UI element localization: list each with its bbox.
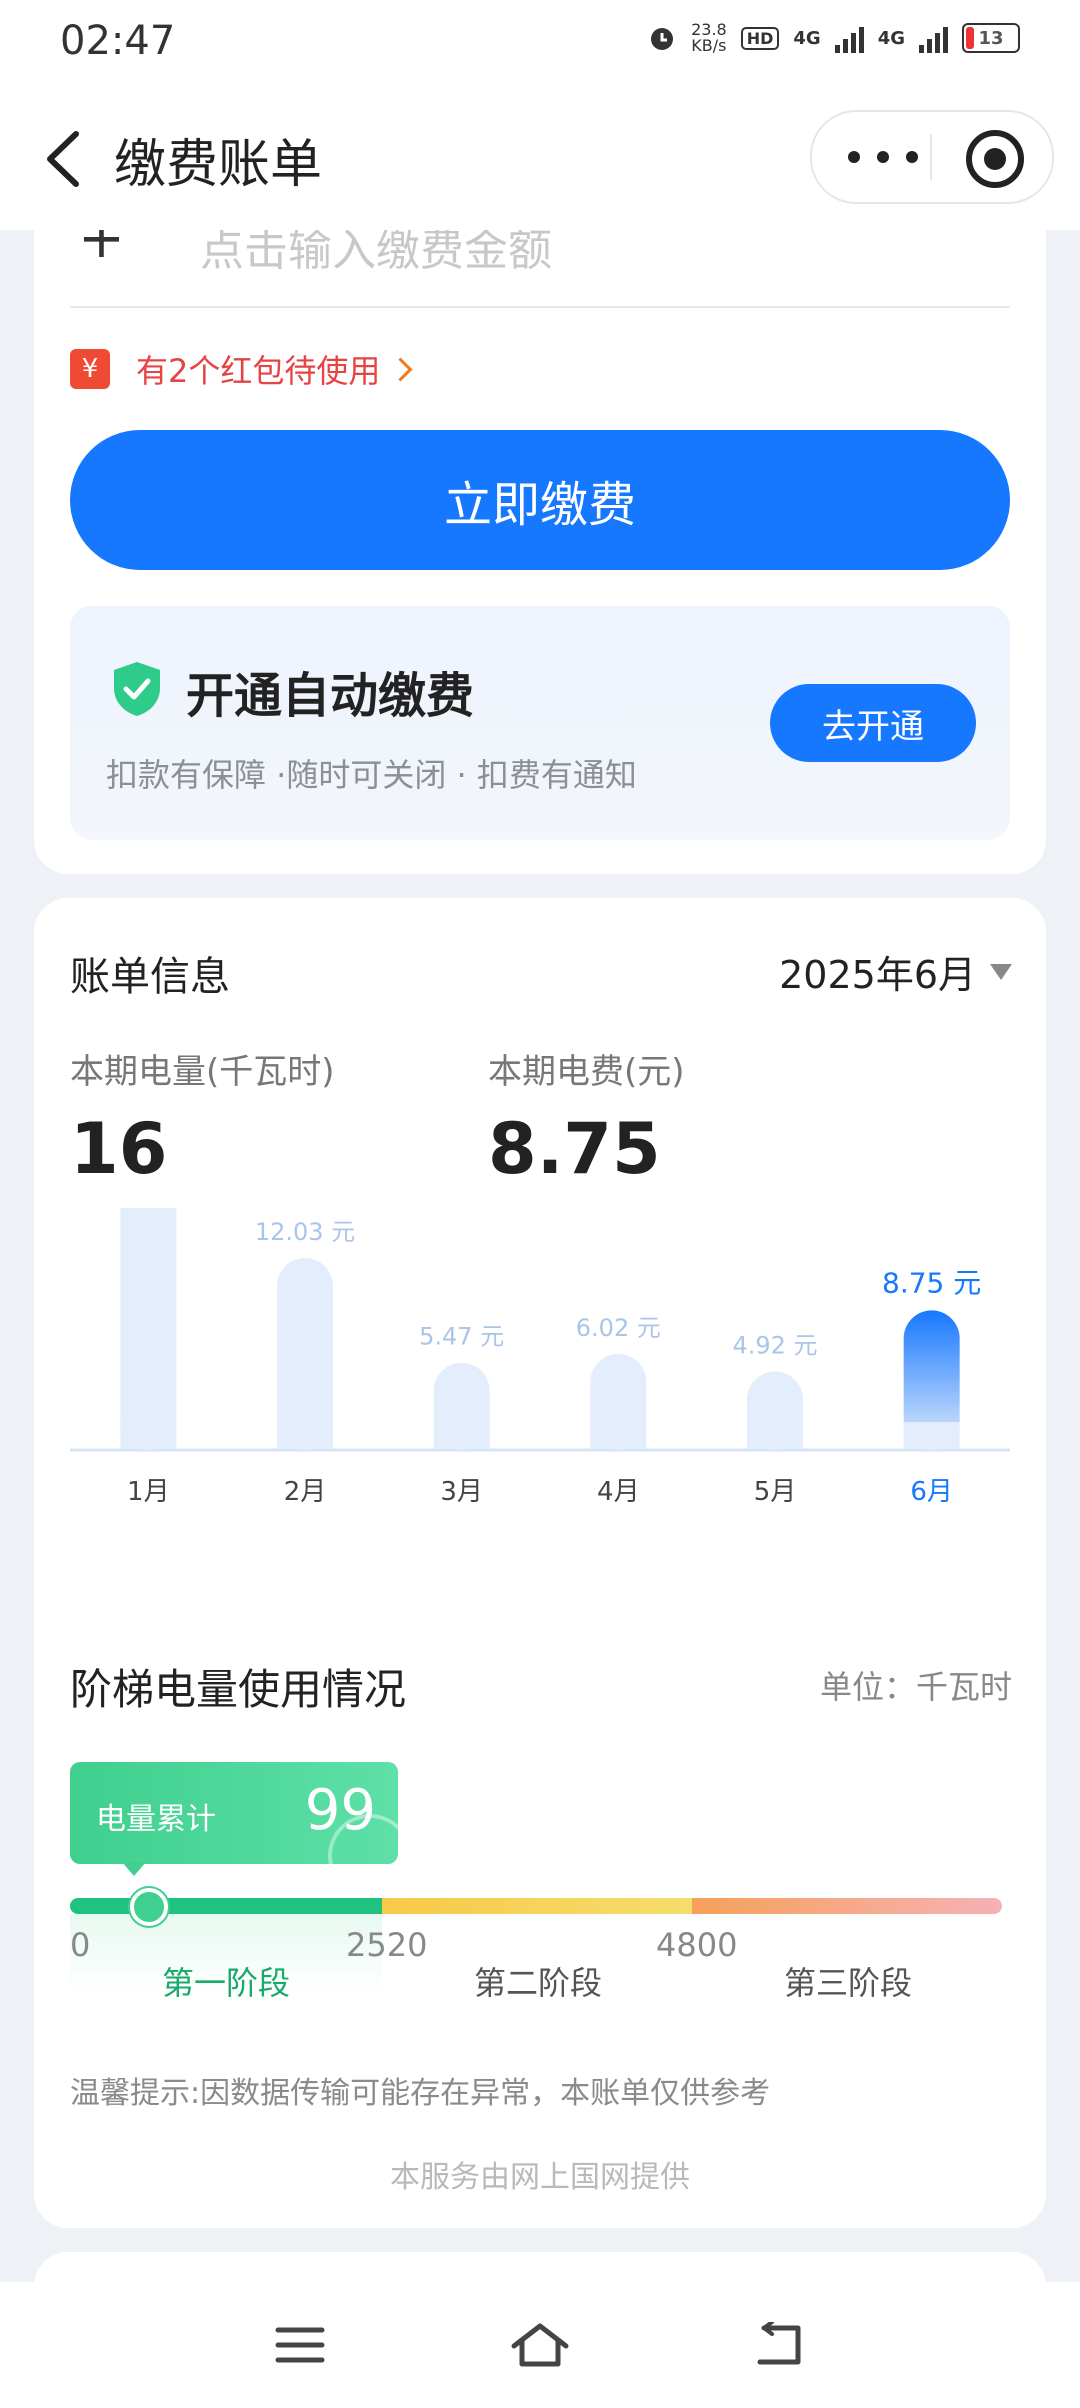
chart-bar-1[interactable] [120,1208,177,1450]
monthly-fee-chart: 16.95 元1月12.03 元2月5.47 元3月6.02 元4月4.92 元… [70,1208,1010,1507]
bill-info-title: 账单信息 [70,954,230,1000]
status-icons: 23.8 KB/s HD 4G 4G 13 [647,22,1020,54]
redpacket-link[interactable]: ¥ 有2个红包待使用 [70,346,413,392]
chart-bar-base-2 [277,1422,333,1449]
stage-three-label: 第三阶段 [783,1964,912,2002]
stage-two-label: 第二阶段 [473,1964,602,2002]
bill-info-card: 账单信息 2025年6月 本期电量(千瓦时) 本期电费(元) 16 8.75 1… [34,898,1046,2228]
hd-icon: HD [740,26,780,50]
autopay-banner: 开通自动缴费 扣款有保障 ·随时可关闭 · 扣费有通知 去开通 [70,606,1010,840]
chart-value-label-6: 8.75 元 [882,1266,981,1299]
chart-value-label-3: 5.47 元 [419,1323,504,1351]
chart-bar-base-1 [120,1422,177,1449]
battery-level: 13 [978,27,1004,49]
shield-check-icon [114,662,160,716]
chart-value-label-4: 6.02 元 [576,1314,661,1342]
stage-one-label: 第一阶段 [161,1964,290,2002]
status-time: 02:47 [60,18,176,64]
chart-category-label-6[interactable]: 6月 [910,1477,953,1507]
tier-segment-2 [382,1898,692,1914]
cumulative-usage-tooltip: 电量累计 99 [70,1762,398,1864]
usage-value: 16 [70,1108,168,1190]
tier-segment-3 [692,1898,1002,1914]
chart-bar-base-4 [590,1422,647,1449]
page-title: 缴费账单 [114,135,323,195]
amount-input-placeholder[interactable]: 点击输入缴费金额 [200,230,552,278]
more-dot-icon [877,151,889,163]
system-nav-bar [0,2282,1080,2408]
return-icon [757,2320,801,2365]
amount-input-row[interactable]: + 点击输入缴费金额 [70,230,1010,308]
pay-now-button[interactable]: 立即缴费 [70,430,1010,570]
back-button[interactable] [36,124,96,194]
provider-text: 本服务由网上国网提供 [390,2160,690,2195]
chart-category-label-1[interactable]: 1月 [127,1477,170,1507]
month-selector[interactable]: 2025年6月 [779,944,1012,999]
chart-category-label-5[interactable]: 5月 [754,1477,797,1507]
signal-4g-label-2: 4G [877,27,905,49]
more-button[interactable] [848,138,918,176]
net-speed-unit: KB/s [691,36,727,55]
signal-icon-1 [834,23,864,53]
fee-value: 8.75 [488,1108,661,1190]
more-dot-icon [848,151,860,163]
cumulative-usage-label: 电量累计 [96,1802,216,1837]
signal-icon-2 [919,23,948,53]
home-button[interactable] [510,2322,570,2368]
menu-button[interactable] [270,2322,330,2368]
back-nav-button[interactable] [750,2320,810,2368]
tier-segment-1 [70,1898,382,1914]
redpacket-icon: ¥ [70,349,110,389]
fee-label: 本期电费(元) [488,1052,685,1092]
tier-progress-bar [70,1898,1002,1914]
notice-text: 温馨提示:因数据传输可能存在异常，本账单仅供参考 [70,2076,771,2111]
usage-label: 本期电量(千瓦时) [70,1052,335,1092]
tier-unit: 单位：千瓦时 [819,1668,1012,1706]
tier-progress-knob [130,1888,168,1926]
battery-fill [966,27,974,49]
chart-bar-base-6 [903,1422,960,1449]
chart-category-label-3[interactable]: 3月 [440,1477,483,1507]
close-miniprogram-button[interactable] [966,130,1024,188]
redpacket-text: 有2个红包待使用 [136,352,381,390]
mini-program-capsule [810,110,1054,204]
chart-value-label-2: 12.03 元 [255,1218,355,1246]
tier-usage-title: 阶梯电量使用情况 [70,1665,407,1714]
more-dot-icon [906,151,918,163]
chart-bar-2[interactable] [277,1258,333,1450]
target-icon [984,148,1006,170]
autopay-open-button[interactable]: 去开通 [770,684,976,762]
month-selector-value: 2025年6月 [779,953,976,997]
chevron-right-icon [388,356,413,382]
payment-card: + 点击输入缴费金额 ¥ 有2个红包待使用 立即缴费 开通自动缴费 扣款有保障 … [34,230,1046,874]
chart-category-label-4[interactable]: 4月 [597,1477,640,1507]
signal-4g-label-1: 4G [793,27,821,49]
net-speed: 23.8 KB/s [691,22,727,54]
capsule-divider [930,134,932,180]
battery-icon: 13 [962,23,1020,53]
autopay-title: 开通自动缴费 [186,668,475,724]
caret-down-icon [990,963,1012,980]
status-bar: 02:47 23.8 KB/s HD 4G 4G 13 [0,0,1080,84]
nav-bar: 缴费账单 [0,84,1080,230]
tooltip-pointer [122,1862,146,1876]
amount-plus-sign: + [78,230,125,271]
autopay-subtitle: 扣款有保障 ·随时可关闭 · 扣费有通知 [106,756,637,794]
chart-bar-base-5 [747,1422,803,1449]
chart-value-label-5: 4.92 元 [732,1331,817,1359]
home-icon [511,2323,569,2367]
chart-bar-base-3 [433,1422,490,1449]
menu-icon [275,2327,325,2363]
chevron-left-icon [47,131,79,187]
alarm-icon [651,28,674,50]
chart-category-label-2[interactable]: 2月 [284,1477,327,1507]
